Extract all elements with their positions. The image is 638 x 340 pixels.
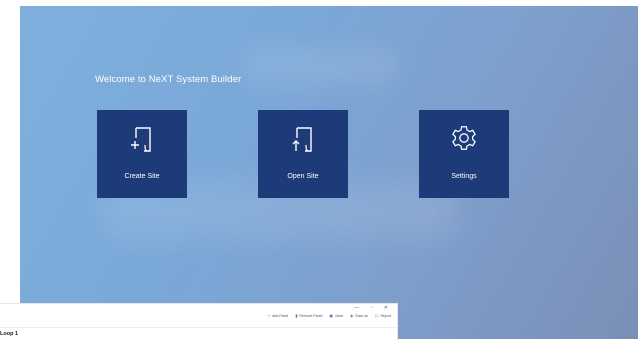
settings-label: Settings [451,173,477,180]
save-label: Save [335,313,344,318]
report-button[interactable]: ☐ Report [375,313,391,318]
plus-icon: + [267,313,271,318]
gear-icon [450,124,478,154]
remove-panel-label: Remove Panel [299,313,323,318]
report-icon: ☐ [374,313,379,318]
trash-icon: ▮ [295,313,298,318]
window-controls[interactable]: — ▫ ✕ [354,305,393,311]
background-glow [240,46,400,86]
save-as-button[interactable]: ◈ Save as [350,313,368,318]
open-site-icon [289,124,317,154]
add-panel-label: Add Panel [272,313,289,318]
save-as-icon: ◈ [350,313,354,318]
create-site-label: Create Site [124,173,160,180]
save-icon: ▣ [329,313,334,318]
toolbar: + Add Panel ▮ Remove Panel ▣ Save ◈ Save… [268,313,391,318]
main-window: Welcome to NeXT System Builder Create Si… [20,6,638,339]
settings-button[interactable]: Settings [419,110,509,198]
remove-panel-button[interactable]: ▮ Remove Panel [295,313,322,318]
divider [0,327,397,328]
secondary-window: — ▫ ✕ + Add Panel ▮ Remove Panel ▣ Save … [0,303,398,340]
welcome-title: Welcome to NeXT System Builder [95,74,242,85]
open-site-button[interactable]: Open Site [258,110,348,198]
add-panel-button[interactable]: + Add Panel [268,313,289,318]
report-label: Report [380,313,391,318]
create-site-icon [128,124,156,154]
create-site-button[interactable]: Create Site [97,110,187,198]
tab-loop-1[interactable]: Loop 1 [0,331,18,337]
open-site-label: Open Site [287,173,319,180]
save-button[interactable]: ▣ Save [329,313,343,318]
save-as-label: Save as [355,313,368,318]
